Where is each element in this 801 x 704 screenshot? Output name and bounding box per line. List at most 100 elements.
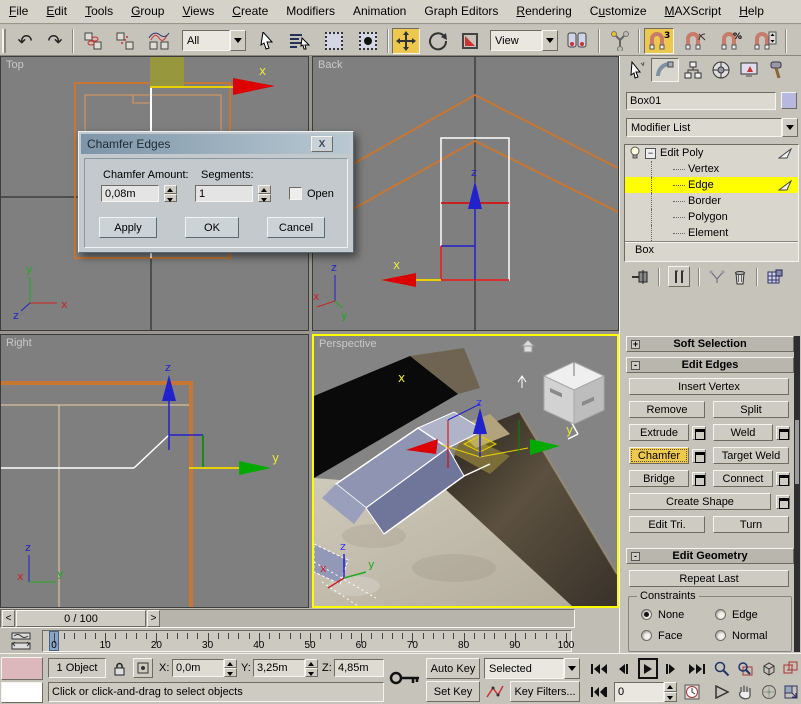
constraint-edge-radio[interactable] — [715, 609, 726, 620]
menu-item-maxscript[interactable]: MAXScript — [656, 0, 731, 21]
stack-item-element[interactable]: Element — [625, 225, 798, 241]
absolute-offset-toggle-icon[interactable] — [133, 658, 153, 678]
menu-item-rendering[interactable]: Rendering — [507, 0, 580, 21]
tab-display[interactable] — [735, 58, 763, 82]
tab-modify[interactable] — [651, 58, 679, 82]
menu-item-views[interactable]: Views — [173, 0, 223, 21]
selection-filter-combo[interactable]: All — [182, 30, 246, 51]
rollout-edit-edges[interactable]: - Edit Edges — [626, 357, 794, 373]
x-coordinate-field[interactable]: 0,0m — [172, 659, 224, 677]
active-modifier-arrow-icon[interactable] — [778, 148, 792, 159]
stack-item-box[interactable]: Box — [625, 241, 798, 257]
viewport-back[interactable]: Back z x z x y — [312, 56, 619, 331]
menu-item-modifiers[interactable]: Modifiers — [277, 0, 344, 21]
time-slider-handle[interactable]: 0 / 100 — [16, 610, 146, 627]
go-to-end-icon[interactable] — [686, 659, 708, 679]
ok-button[interactable]: OK — [185, 217, 239, 238]
maximize-viewport-toggle-icon[interactable] — [781, 681, 801, 702]
rollout-collapse-icon[interactable]: - — [631, 361, 640, 370]
viewport-right[interactable]: Right z y z x y — [0, 334, 309, 608]
object-name-field[interactable]: Box01 — [626, 92, 776, 110]
edit-tri-button[interactable]: Edit Tri. — [629, 516, 705, 533]
x-coordinate-spinner[interactable] — [224, 659, 237, 677]
play-animation-button[interactable] — [638, 658, 658, 679]
arc-rotate-icon[interactable] — [759, 681, 779, 702]
constraint-none-radio[interactable] — [641, 609, 652, 620]
chamfer-button[interactable]: Chamfer — [629, 447, 689, 464]
rollout-soft-selection[interactable]: + Soft Selection — [626, 336, 794, 352]
go-to-start-icon[interactable] — [588, 659, 610, 679]
menu-item-help[interactable]: Help — [730, 0, 773, 21]
connect-button[interactable]: Connect — [713, 470, 773, 487]
object-color-swatch[interactable] — [781, 92, 797, 109]
mini-listener-box[interactable] — [1, 682, 43, 703]
z-coordinate-field[interactable]: 4,85m — [334, 659, 384, 677]
auto-key-button[interactable]: Auto Key — [426, 658, 480, 679]
selection-lock-icon[interactable] — [110, 658, 128, 678]
connect-settings-icon[interactable] — [776, 472, 790, 486]
stack-item-polygon[interactable]: Polygon — [625, 209, 798, 225]
menu-item-create[interactable]: Create — [223, 0, 277, 21]
use-pivot-point-icon[interactable] — [562, 28, 592, 54]
tab-hierarchy[interactable] — [679, 58, 707, 82]
apply-button[interactable]: Apply — [99, 217, 157, 238]
current-frame-field[interactable]: 0 — [614, 682, 664, 702]
chevron-down-icon[interactable] — [230, 30, 246, 51]
unlink-selection-icon[interactable] — [112, 28, 138, 54]
chevron-down-icon[interactable] — [542, 30, 558, 51]
zoom-icon[interactable] — [712, 658, 732, 679]
weld-button[interactable]: Weld — [713, 424, 773, 441]
collapse-box-icon[interactable]: − — [645, 148, 656, 159]
current-frame-spinner[interactable] — [664, 682, 677, 702]
stack-item-border[interactable]: Border — [625, 193, 798, 209]
target-weld-button[interactable]: Target Weld — [713, 447, 789, 464]
bridge-button[interactable]: Bridge — [629, 470, 689, 487]
select-and-move-button[interactable] — [392, 28, 420, 54]
extrude-button[interactable]: Extrude — [629, 424, 689, 441]
macro-recorder-box[interactable] — [1, 657, 43, 680]
chamfer-amount-field[interactable]: 0,08m — [101, 185, 159, 202]
split-button[interactable]: Split — [713, 401, 789, 418]
select-and-rotate-icon[interactable] — [424, 28, 452, 54]
time-slider-prev-button[interactable]: < — [2, 610, 15, 627]
select-and-link-icon[interactable] — [80, 28, 106, 54]
key-mode-toggle-icon[interactable] — [588, 682, 610, 702]
constraint-face-radio[interactable] — [641, 630, 652, 641]
remove-modifier-trash-icon[interactable] — [730, 268, 750, 286]
y-coordinate-spinner[interactable] — [305, 659, 318, 677]
zoom-all-icon[interactable] — [735, 658, 755, 679]
window-crossing-toggle-icon[interactable] — [354, 28, 382, 54]
spinner-snap-toggle-icon[interactable] — [750, 28, 780, 54]
dialog-close-button[interactable]: X — [311, 136, 333, 152]
track-bar-ruler[interactable]: 0102030405060708090100 — [42, 630, 572, 652]
zoom-extents-all-icon[interactable] — [781, 658, 801, 679]
create-shape-button[interactable]: Create Shape — [629, 493, 771, 510]
keyboard-shortcut-key-icon[interactable] — [388, 666, 422, 690]
menu-item-animation[interactable]: Animation — [344, 0, 415, 21]
chevron-down-icon[interactable] — [564, 658, 580, 679]
weld-settings-icon[interactable] — [776, 426, 790, 440]
segments-field[interactable]: 1 — [195, 185, 253, 202]
constraint-normal-radio[interactable] — [715, 630, 726, 641]
active-modifier-arrow-icon[interactable] — [778, 180, 792, 191]
toolbar-grip[interactable] — [2, 29, 6, 53]
select-and-manipulate-icon[interactable] — [606, 28, 634, 54]
snaps-toggle-3d-button[interactable]: 3 — [644, 28, 674, 54]
undo-button[interactable]: ↶ — [12, 28, 38, 54]
extrude-settings-icon[interactable] — [692, 426, 706, 440]
insert-vertex-button[interactable]: Insert Vertex — [629, 378, 789, 395]
panel-scrollbar[interactable] — [794, 336, 800, 652]
previous-frame-icon[interactable] — [613, 659, 635, 679]
reference-coordinate-combo[interactable]: View — [490, 30, 558, 51]
open-checkbox[interactable] — [289, 187, 302, 200]
zoom-extents-icon[interactable] — [759, 658, 779, 679]
key-selection-combo[interactable]: Selected — [484, 658, 580, 679]
bind-to-space-warp-icon[interactable] — [144, 28, 174, 54]
menu-item-group[interactable]: Group — [122, 0, 173, 21]
menu-item-edit[interactable]: Edit — [37, 0, 76, 21]
tab-motion[interactable] — [707, 58, 735, 82]
tab-create[interactable] — [623, 58, 651, 82]
bridge-settings-icon[interactable] — [692, 472, 706, 486]
panel-scrollbar-thumb[interactable] — [795, 420, 799, 484]
set-key-button[interactable]: Set Key — [426, 681, 480, 702]
